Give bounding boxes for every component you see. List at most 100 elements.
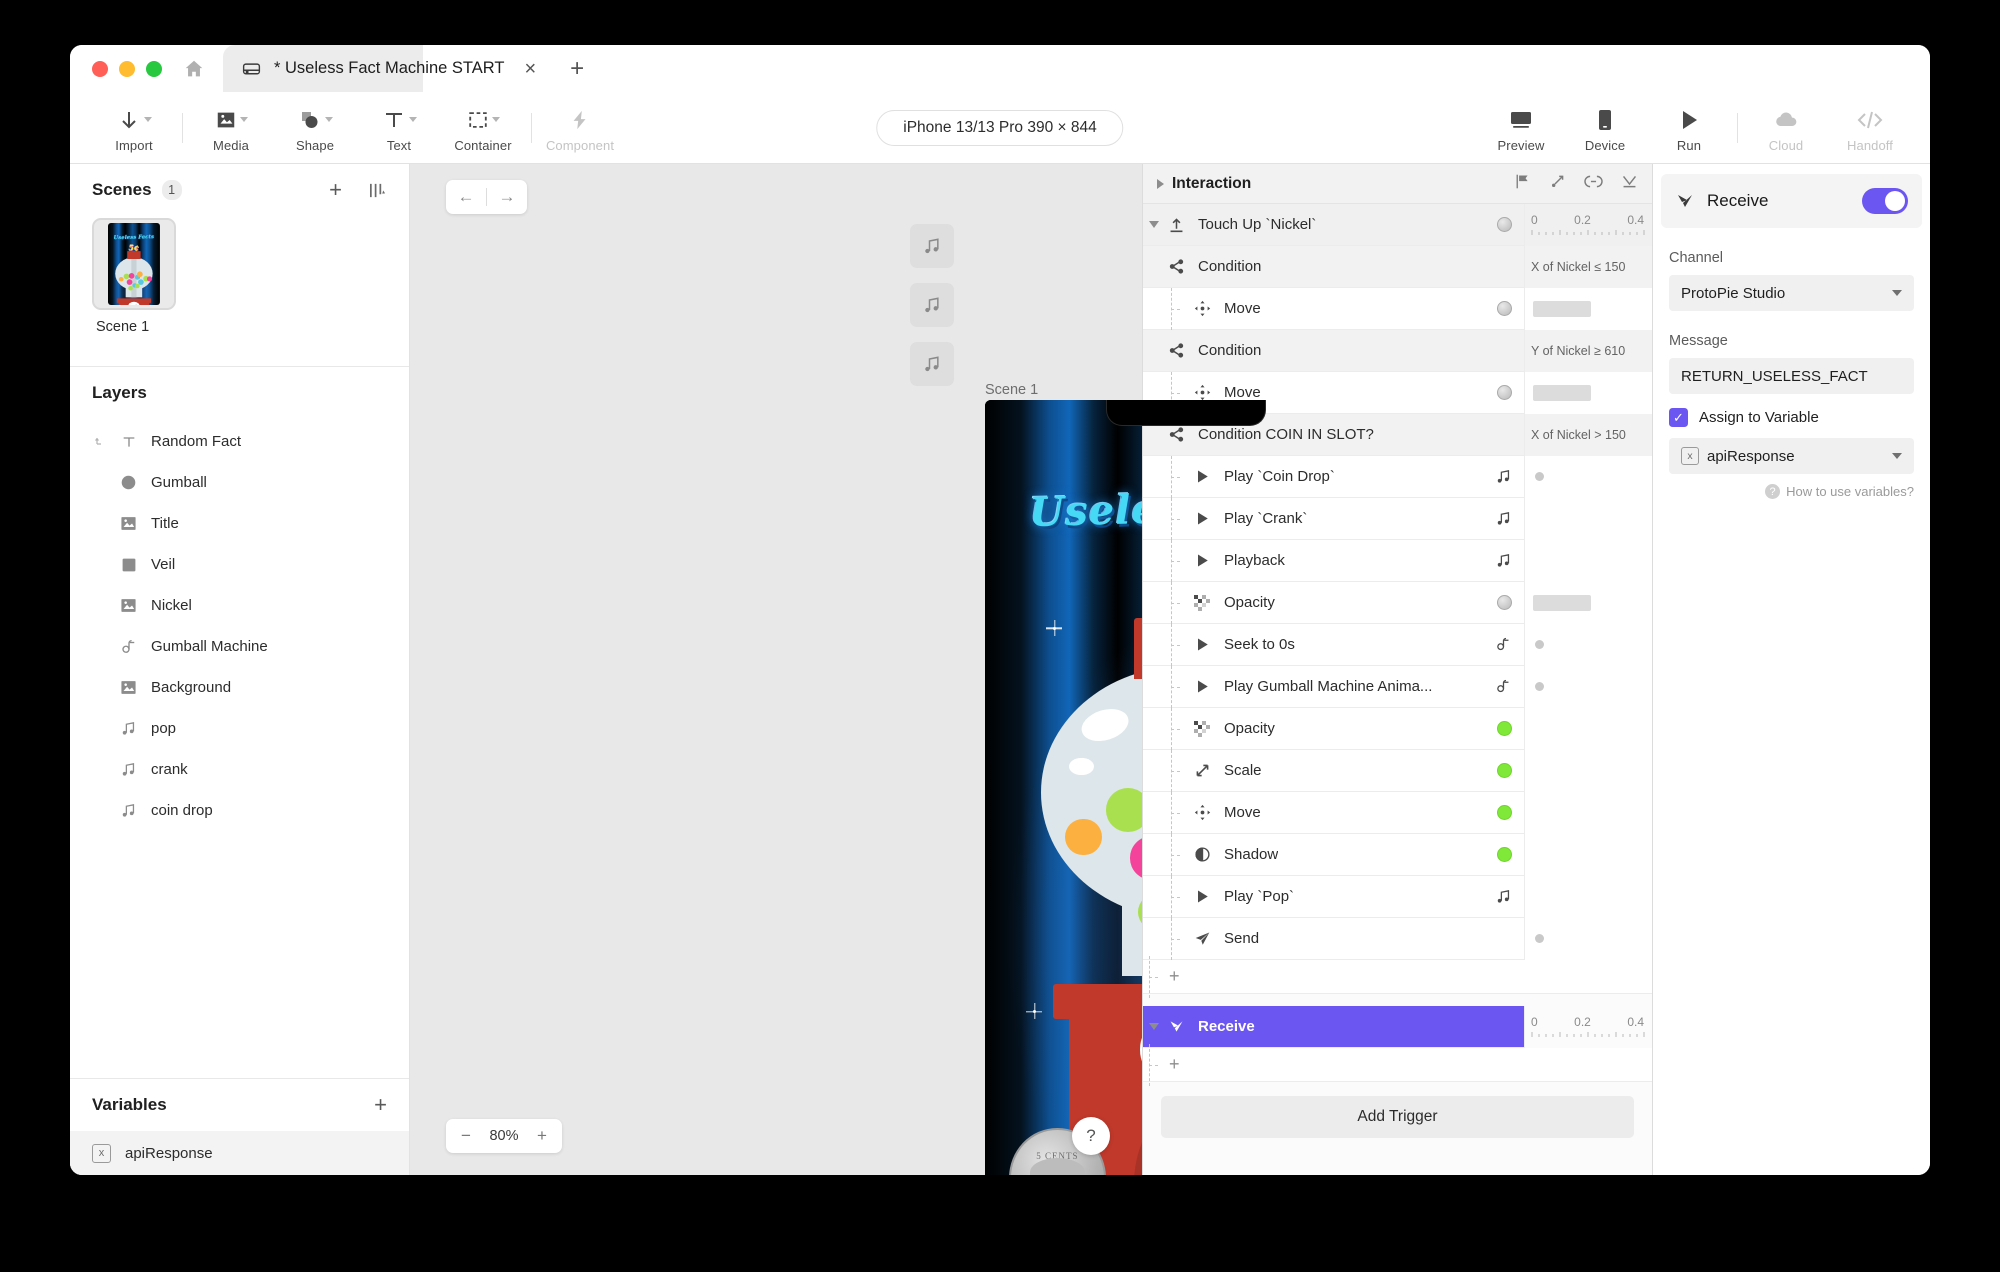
chevron-down-icon[interactable] xyxy=(324,117,333,122)
assign-checkbox[interactable]: ✓ xyxy=(1669,408,1688,427)
trigger-row-receive[interactable]: Receive 0 0.2 0.4 xyxy=(1143,1005,1652,1048)
chevron-down-icon[interactable] xyxy=(408,117,417,122)
chevron-down-icon[interactable] xyxy=(1143,221,1165,228)
toolbar-cloud[interactable]: Cloud xyxy=(1744,103,1828,153)
music-note-icon[interactable] xyxy=(910,283,954,327)
chevron-right-icon[interactable] xyxy=(1157,178,1164,189)
layer-row[interactable]: crank xyxy=(70,749,409,790)
how-to-use-variables-link[interactable]: ? How to use variables? xyxy=(1669,484,1914,499)
channel-select[interactable]: ProtoPie Studio xyxy=(1669,275,1914,311)
timeline-cell[interactable] xyxy=(1524,455,1652,498)
timeline-cell[interactable] xyxy=(1524,287,1652,330)
response-row-play-pop[interactable]: Play `Pop` xyxy=(1143,875,1652,918)
layer-row[interactable]: Gumball Machine xyxy=(70,626,409,667)
easing-bead-icon[interactable] xyxy=(1497,805,1512,820)
minimize-window-button[interactable] xyxy=(119,60,135,77)
help-button[interactable]: ? xyxy=(1072,1117,1110,1155)
chevron-down-icon[interactable] xyxy=(143,117,152,122)
timeline-cell[interactable] xyxy=(1524,875,1652,918)
chevron-down-icon[interactable] xyxy=(239,117,248,122)
toolbar-device[interactable]: Device xyxy=(1563,103,1647,153)
new-tab-button[interactable]: + xyxy=(552,45,602,92)
timeline-cell[interactable] xyxy=(1524,539,1652,582)
toolbar-import[interactable]: Import xyxy=(92,103,176,153)
music-note-icon[interactable] xyxy=(910,224,954,268)
flag-icon[interactable] xyxy=(1514,173,1531,195)
timeline-dot[interactable] xyxy=(1535,472,1544,481)
response-row-playback[interactable]: Playback xyxy=(1143,539,1652,582)
interaction-rows[interactable]: Touch Up `Nickel` 0 0.2 0.4 Condition X … xyxy=(1143,204,1652,1175)
easing-bead-icon[interactable] xyxy=(1497,847,1512,862)
variable-row-apiresponse[interactable]: x apiResponse xyxy=(70,1131,409,1175)
add-response-button[interactable]: + xyxy=(1169,966,1180,987)
zoom-out-button[interactable]: − xyxy=(452,1126,480,1146)
condition-row-2[interactable]: Condition Y of Nickel ≥ 610 xyxy=(1143,329,1652,372)
timeline-cell[interactable] xyxy=(1524,833,1652,876)
nav-back-button[interactable]: ← xyxy=(446,187,486,207)
assign-to-variable-row[interactable]: ✓ Assign to Variable xyxy=(1669,408,1914,427)
variable-select[interactable]: x apiResponse xyxy=(1669,438,1914,474)
easing-bead-icon[interactable] xyxy=(1497,301,1512,316)
response-row-shadow[interactable]: Shadow xyxy=(1143,833,1652,876)
add-variable-button[interactable]: + xyxy=(374,1094,387,1116)
response-row-play-coin-drop[interactable]: Play `Coin Drop` xyxy=(1143,455,1652,498)
timeline-cell[interactable] xyxy=(1524,917,1652,960)
timeline-cell[interactable] xyxy=(1524,665,1652,708)
canvas-area[interactable]: ← → Scene 1 Useless 5 CENTS − 80% + ? xyxy=(410,164,1387,1175)
timeline-dot[interactable] xyxy=(1535,682,1544,691)
timeline-cell[interactable] xyxy=(1524,371,1652,414)
maximize-window-button[interactable] xyxy=(146,60,162,77)
layer-row[interactable]: Gumball xyxy=(70,462,409,503)
response-row-move-3[interactable]: Move xyxy=(1143,791,1652,834)
timeline-cell[interactable] xyxy=(1524,623,1652,666)
layer-row[interactable]: Background xyxy=(70,667,409,708)
layer-row[interactable]: Title xyxy=(70,503,409,544)
timeline-bar[interactable] xyxy=(1533,300,1591,317)
timeline-cell[interactable] xyxy=(1524,497,1652,540)
condition-row-1[interactable]: Condition X of Nickel ≤ 150 xyxy=(1143,245,1652,288)
link-icon[interactable] xyxy=(1584,173,1603,195)
add-trigger-button[interactable]: Add Trigger xyxy=(1161,1096,1634,1138)
response-row-opacity-1[interactable]: Opacity xyxy=(1143,581,1652,624)
layer-row[interactable]: Random Fact xyxy=(70,421,409,462)
layer-row[interactable]: Veil xyxy=(70,544,409,585)
timeline-bar[interactable] xyxy=(1533,384,1591,401)
layer-row[interactable]: Nickel xyxy=(70,585,409,626)
close-window-button[interactable] xyxy=(92,60,108,77)
toolbar-handoff[interactable]: Handoff xyxy=(1828,103,1912,153)
easing-bead-icon[interactable] xyxy=(1497,595,1512,610)
easing-bead-icon[interactable] xyxy=(1497,763,1512,778)
response-row-move-1[interactable]: Move xyxy=(1143,287,1652,330)
music-note-icon[interactable] xyxy=(910,342,954,386)
toolbar-container[interactable]: Container xyxy=(441,103,525,153)
toolbar-preview[interactable]: Preview xyxy=(1479,103,1563,153)
timeline-bar[interactable] xyxy=(1533,594,1591,611)
expand-arrow-icon[interactable] xyxy=(1549,173,1566,195)
timeline-dot[interactable] xyxy=(1535,640,1544,649)
timeline-cell[interactable] xyxy=(1524,707,1652,750)
chevron-down-icon[interactable] xyxy=(1143,1023,1165,1030)
timeline-cell[interactable] xyxy=(1524,749,1652,792)
collapse-icon[interactable] xyxy=(1621,173,1638,195)
add-response-row[interactable]: + xyxy=(1143,955,1652,998)
timeline-dot[interactable] xyxy=(1535,934,1544,943)
response-row-play-crank[interactable]: Play `Crank` xyxy=(1143,497,1652,540)
add-scene-button[interactable]: + xyxy=(329,179,342,201)
timeline-cell[interactable] xyxy=(1524,581,1652,624)
toolbar-run[interactable]: Run xyxy=(1647,103,1731,153)
response-row-opacity-2[interactable]: Opacity xyxy=(1143,707,1652,750)
home-icon[interactable] xyxy=(183,58,205,80)
toolbar-text[interactable]: Text xyxy=(357,103,441,153)
easing-bead-icon[interactable] xyxy=(1497,385,1512,400)
layer-row[interactable]: pop xyxy=(70,708,409,749)
tab-active[interactable]: * Useless Fact Machine START × xyxy=(223,45,552,92)
easing-bead-icon[interactable] xyxy=(1497,721,1512,736)
toolbar-component[interactable]: Component xyxy=(538,103,622,153)
layer-row[interactable]: coin drop xyxy=(70,790,409,831)
enable-toggle[interactable] xyxy=(1862,188,1908,214)
toolbar-shape[interactable]: Shape xyxy=(273,103,357,153)
message-input[interactable]: RETURN_USELESS_FACT xyxy=(1669,358,1914,394)
close-icon[interactable]: × xyxy=(524,59,536,79)
trigger-row-touch-up-nickel[interactable]: Touch Up `Nickel` 0 0.2 0.4 xyxy=(1143,204,1652,246)
add-response-button[interactable]: + xyxy=(1169,1054,1180,1075)
